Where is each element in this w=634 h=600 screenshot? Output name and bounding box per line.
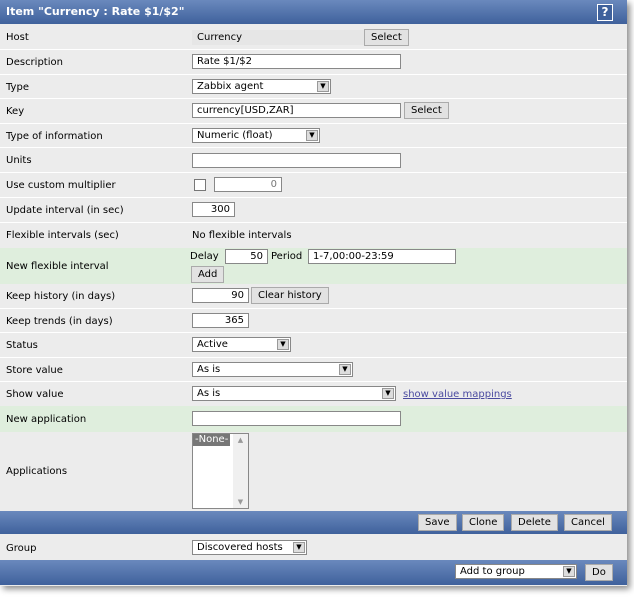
keep-history-input[interactable]: 90: [192, 288, 249, 303]
save-button[interactable]: Save: [418, 514, 457, 531]
add-interval-button[interactable]: Add: [191, 266, 225, 283]
keep-history-label: Keep history (in days): [6, 291, 116, 302]
delete-button[interactable]: Delete: [511, 514, 558, 531]
host-select-button[interactable]: Select: [364, 29, 409, 46]
listbox-scrollbar[interactable]: ▲ ▼: [233, 434, 248, 508]
delay-input[interactable]: 50: [225, 249, 268, 264]
application-option[interactable]: -None-: [193, 434, 231, 446]
applications-label: Applications: [6, 466, 68, 477]
host-field: Currency: [192, 30, 364, 45]
keep-trends-input[interactable]: 365: [192, 313, 249, 328]
item-form-window: Item "Currency : Rate $1/$2"? Host Curre…: [0, 0, 627, 586]
custom-multiplier-checkbox[interactable]: [194, 179, 206, 191]
store-value-label: Store value: [6, 365, 63, 376]
footer-bar: Add to group ▼ Do: [0, 560, 627, 585]
chevron-down-icon: ▼: [306, 130, 318, 141]
period-label: Period: [271, 251, 303, 262]
multiplier-input[interactable]: 0: [214, 177, 282, 192]
type-of-information-select[interactable]: Numeric (float) ▼: [192, 128, 320, 143]
type-of-information-label: Type of information: [6, 131, 103, 142]
chevron-down-icon: ▼: [293, 542, 305, 553]
keep-trends-label: Keep trends (in days): [6, 316, 113, 327]
chevron-down-icon: ▼: [563, 566, 575, 577]
type-label: Type: [6, 82, 29, 93]
flexible-intervals-label: Flexible intervals (sec): [6, 230, 119, 241]
group-action-value: Add to group: [460, 566, 525, 577]
host-label: Host: [6, 32, 29, 43]
new-flexible-interval-label: New flexible interval: [6, 261, 109, 272]
chevron-down-icon: ▼: [339, 364, 351, 375]
delay-label: Delay: [190, 251, 219, 262]
help-icon[interactable]: ?: [597, 4, 613, 21]
period-input[interactable]: 1-7,00:00-23:59: [308, 249, 456, 264]
store-value-select[interactable]: As is ▼: [192, 362, 353, 377]
group-select[interactable]: Discovered hosts ▼: [192, 540, 307, 555]
show-value-label: Show value: [6, 389, 64, 400]
window-title: Item "Currency : Rate $1/$2": [6, 5, 185, 18]
type-select[interactable]: Zabbix agent ▼: [192, 79, 331, 94]
key-input[interactable]: currency[USD,ZAR]: [192, 103, 401, 118]
action-bar: Save Clone Delete Cancel: [0, 511, 627, 534]
group-value: Discovered hosts: [197, 542, 283, 553]
update-interval-label: Update interval (in sec): [6, 205, 124, 216]
clear-history-button[interactable]: Clear history: [251, 287, 329, 304]
group-action-select[interactable]: Add to group ▼: [455, 564, 577, 579]
chevron-down-icon: ▼: [277, 339, 289, 350]
show-value-select[interactable]: As is ▼: [192, 386, 396, 401]
flexible-intervals-value: No flexible intervals: [192, 230, 292, 241]
chevron-down-icon: ▼: [317, 81, 329, 92]
update-interval-input[interactable]: 300: [192, 202, 235, 217]
show-value-mappings-link[interactable]: show value mappings: [403, 389, 512, 400]
store-value-value: As is: [197, 364, 221, 375]
new-application-label: New application: [6, 414, 87, 425]
custom-multiplier-label: Use custom multiplier: [6, 180, 116, 191]
applications-listbox[interactable]: -None- ▲ ▼: [192, 433, 249, 509]
type-value: Zabbix agent: [197, 81, 264, 92]
status-label: Status: [6, 340, 38, 351]
group-label: Group: [6, 543, 37, 554]
show-value-value: As is: [197, 388, 221, 399]
units-label: Units: [6, 155, 32, 166]
status-select[interactable]: Active ▼: [192, 337, 291, 352]
type-of-information-value: Numeric (float): [197, 130, 273, 141]
key-label: Key: [6, 106, 25, 117]
clone-button[interactable]: Clone: [462, 514, 505, 531]
new-application-input[interactable]: [192, 411, 401, 426]
title-bar: Item "Currency : Rate $1/$2"?: [0, 0, 627, 24]
units-input[interactable]: [192, 153, 401, 168]
chevron-down-icon: ▼: [382, 388, 394, 399]
description-label: Description: [6, 57, 63, 68]
description-input[interactable]: Rate $1/$2: [192, 54, 401, 69]
do-button[interactable]: Do: [585, 564, 613, 581]
status-value: Active: [197, 339, 228, 350]
key-select-button[interactable]: Select: [404, 102, 449, 119]
cancel-button[interactable]: Cancel: [564, 514, 612, 531]
